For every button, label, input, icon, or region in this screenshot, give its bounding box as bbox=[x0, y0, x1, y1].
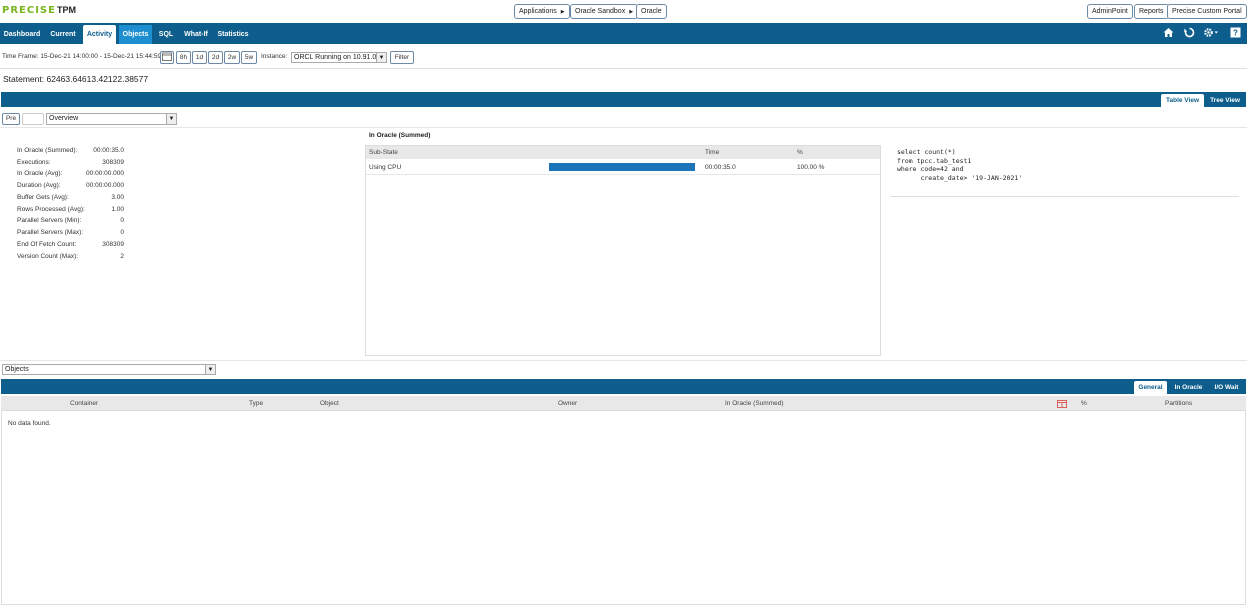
stat-value: 2 bbox=[120, 252, 124, 260]
stat-label: Parallel Servers (Min): bbox=[17, 217, 82, 224]
stat-label: Duration (Avg): bbox=[17, 182, 61, 189]
stat-value: 00:00:00.000 bbox=[86, 182, 124, 189]
substate-bar bbox=[549, 163, 695, 171]
stat-value: 0 bbox=[120, 229, 124, 236]
statement-title: Statement: 62463.64613.42122.38577 bbox=[3, 74, 149, 84]
tab-dashboard[interactable]: Dashboard bbox=[2, 25, 42, 44]
custom-portal-button[interactable]: Precise Custom Portal bbox=[1167, 4, 1247, 19]
breadcrumb-applications[interactable]: Applications ▶ bbox=[514, 4, 570, 19]
objects-toolbar: General In Oracle I/O Wait bbox=[1, 379, 1246, 394]
stat-value: 308309 bbox=[102, 241, 124, 248]
substate-bar-track bbox=[549, 163, 695, 171]
stat-label: Buffer Gets (Avg): bbox=[17, 194, 69, 201]
range-2w-button[interactable]: 2w bbox=[224, 51, 240, 64]
divider bbox=[0, 127, 1247, 128]
help-icon[interactable]: ? bbox=[1229, 27, 1241, 39]
stat-value: 308309 bbox=[102, 158, 124, 166]
objects-table-body bbox=[1, 411, 1246, 605]
stat-label: Executions: bbox=[17, 158, 51, 166]
column-in-oracle-summed[interactable]: In Oracle (Summed) bbox=[725, 400, 784, 407]
filter-button[interactable]: Filter bbox=[390, 51, 414, 64]
percent-cell: 100.00 % bbox=[797, 164, 825, 171]
timeframe-label: Time Frame: 15-Dec-21 14:00:00 - 15-Dec-… bbox=[2, 53, 162, 60]
instance-label: Instance: bbox=[261, 53, 288, 60]
tab-in-oracle[interactable]: In Oracle bbox=[1170, 381, 1207, 394]
range-8h-button[interactable]: 8h bbox=[176, 51, 191, 64]
column-object[interactable]: Object bbox=[320, 400, 339, 407]
product-name: TPM bbox=[57, 5, 76, 15]
tab-tree-view[interactable]: Tree View bbox=[1207, 94, 1243, 107]
caret-right-icon: ▶ bbox=[560, 9, 565, 15]
stat-label: In Oracle (Avg): bbox=[17, 170, 63, 177]
columns-chooser-icon[interactable] bbox=[1057, 400, 1067, 408]
svg-text:?: ? bbox=[1233, 29, 1238, 38]
tab-objects[interactable]: Objects bbox=[119, 25, 152, 44]
stat-value: 0 bbox=[120, 217, 124, 224]
in-oracle-title: In Oracle (Summed) bbox=[369, 132, 431, 139]
column-owner[interactable]: Owner bbox=[558, 400, 577, 407]
overview-select[interactable]: Overview ▼ bbox=[46, 113, 177, 125]
sql-text: select count(*) from tpcc.tab_test1 wher… bbox=[897, 148, 1023, 182]
stat-value: 1.00 bbox=[111, 205, 124, 213]
tab-what-if[interactable]: What-If bbox=[180, 25, 212, 44]
column-percent[interactable]: % bbox=[1081, 400, 1087, 407]
column-partitions[interactable]: Partitions bbox=[1165, 400, 1192, 407]
breadcrumb-oracle-sandbox[interactable]: Oracle Sandbox ▶ bbox=[570, 4, 639, 19]
stat-value: 00:00:35.0 bbox=[93, 147, 124, 154]
main-nav: Dashboard Current Activity Objects SQL W… bbox=[0, 23, 1247, 44]
column-time[interactable]: Time bbox=[705, 149, 719, 156]
chevron-down-icon: ▼ bbox=[205, 365, 215, 374]
divider bbox=[890, 196, 1239, 197]
caret-right-icon: ▶ bbox=[629, 9, 634, 15]
gear-icon[interactable] bbox=[1202, 27, 1220, 39]
column-substate[interactable]: Sub-State bbox=[369, 149, 398, 156]
range-1d-button[interactable]: 1d bbox=[192, 51, 207, 64]
stat-label: Parallel Servers (Max): bbox=[17, 229, 84, 236]
substate-cell: Using CPU bbox=[369, 164, 402, 171]
chevron-down-icon: ▼ bbox=[376, 53, 386, 62]
view-toolbar: Table View Tree View bbox=[1, 92, 1246, 107]
tab-statistics[interactable]: Statistics bbox=[215, 25, 251, 44]
tab-current[interactable]: Current bbox=[47, 25, 79, 44]
range-5w-button[interactable]: 5w bbox=[241, 51, 257, 64]
tab-table-view[interactable]: Table View bbox=[1161, 94, 1204, 107]
refresh-icon[interactable] bbox=[1183, 27, 1195, 39]
breadcrumb-oracle[interactable]: Oracle bbox=[636, 4, 667, 19]
divider bbox=[0, 68, 1247, 69]
tab-sql[interactable]: SQL bbox=[155, 25, 177, 44]
tab-general[interactable]: General bbox=[1134, 381, 1167, 394]
next-button[interactable] bbox=[22, 113, 44, 125]
objects-select[interactable]: Objects ▼ bbox=[2, 364, 216, 375]
calendar-icon[interactable] bbox=[160, 51, 174, 64]
precise-logo: PRECISE bbox=[2, 5, 56, 16]
top-bar: PRECISE TPM Applications ▶ Oracle Sandbox… bbox=[0, 0, 1247, 23]
reports-button[interactable]: Reports bbox=[1134, 4, 1169, 19]
table-row[interactable]: Using CPU 00:00:35.0 100.00 % bbox=[366, 160, 880, 175]
chevron-down-icon: ▼ bbox=[166, 114, 176, 124]
range-2d-button[interactable]: 2d bbox=[208, 51, 223, 64]
column-percent[interactable]: % bbox=[797, 149, 803, 156]
time-cell: 00:00:35.0 bbox=[705, 164, 736, 171]
stat-label: End Of Fetch Count: bbox=[17, 241, 77, 248]
adminpoint-button[interactable]: AdminPoint bbox=[1087, 4, 1133, 19]
stat-label: In Oracle (Summed): bbox=[17, 147, 78, 154]
divider bbox=[0, 360, 1247, 361]
stat-label: Rows Processed (Avg): bbox=[17, 205, 85, 213]
column-type[interactable]: Type bbox=[249, 400, 263, 407]
instance-select[interactable]: ORCL Running on 10.91.0 ▼ bbox=[291, 52, 387, 63]
column-container[interactable]: Container bbox=[70, 400, 98, 407]
stat-value: 00:00:00.000 bbox=[86, 170, 124, 177]
pre-button[interactable]: Pre bbox=[2, 113, 20, 125]
in-oracle-panel bbox=[365, 145, 881, 356]
stat-value: 3.00 bbox=[111, 194, 124, 201]
tab-io-wait[interactable]: I/O Wait bbox=[1210, 381, 1243, 394]
home-icon[interactable] bbox=[1162, 27, 1174, 39]
tab-activity[interactable]: Activity bbox=[83, 25, 116, 44]
stat-label: Version Count (Max): bbox=[17, 252, 79, 260]
